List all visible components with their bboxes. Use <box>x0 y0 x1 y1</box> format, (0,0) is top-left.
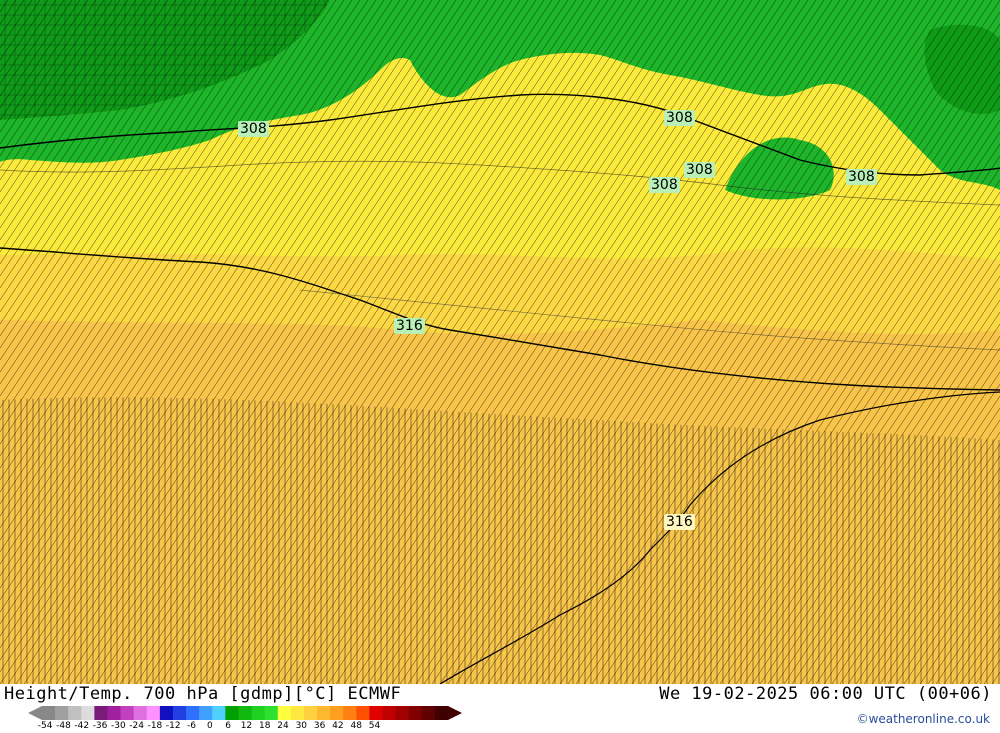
credit-link[interactable]: ©weatheronline.co.uk <box>857 712 990 726</box>
scale-tick-label: 6 <box>225 721 231 731</box>
vertical-texture <box>0 397 1000 684</box>
map-canvas <box>0 0 1000 684</box>
scale-tick-label: -24 <box>129 721 144 731</box>
scale-tick-label: -30 <box>110 721 126 731</box>
scale-swatch <box>42 706 56 720</box>
scale-swatch <box>146 706 161 720</box>
scale-tick-label: -54 <box>37 721 53 731</box>
scale-swatch <box>186 706 200 720</box>
scale-swatch <box>225 706 239 720</box>
scale-tick-label: -12 <box>165 721 181 731</box>
forecast-datetime: We 19-02-2025 06:00 UTC (00+06) <box>659 684 992 704</box>
contour-label: 308 <box>846 169 877 185</box>
contour-label: 316 <box>664 514 695 530</box>
scale-swatch <box>120 706 135 720</box>
scale-swatch <box>159 706 174 720</box>
scale-swatch <box>343 706 357 720</box>
scale-tick-label: 36 <box>313 721 326 731</box>
scale-swatch <box>133 706 148 720</box>
scale-arrow-right <box>448 706 462 720</box>
contour-label: 308 <box>649 177 680 193</box>
scale-swatch <box>172 706 187 720</box>
scale-swatch <box>107 706 122 720</box>
scale-tick-label: 54 <box>368 721 381 731</box>
scale-swatch <box>303 706 318 720</box>
footer: Height/Temp. 700 hPa [gdmp][°C] ECMWF We… <box>0 684 1000 733</box>
scale-swatch <box>238 706 253 720</box>
scale-swatch <box>434 706 449 720</box>
scale-swatch <box>408 706 423 720</box>
scale-swatch <box>251 706 266 720</box>
scale-swatch <box>212 706 226 720</box>
weather-map: 308 308 308 308 308 316 316 <box>0 0 1000 684</box>
scale-tick-label: 42 <box>332 721 344 731</box>
contour-label: 316 <box>394 318 425 334</box>
scale-swatch <box>395 706 410 720</box>
scale-tick-label: -6 <box>187 721 197 731</box>
scale-tick-label: 0 <box>206 721 213 731</box>
scale-swatch <box>81 706 95 720</box>
scale-swatch <box>55 706 69 720</box>
scale-swatch <box>290 706 305 720</box>
scale-swatch <box>356 706 370 720</box>
scale-swatch <box>421 706 436 720</box>
scale-tick-label: -36 <box>92 721 108 731</box>
scale-swatch <box>94 706 108 720</box>
scale-swatch <box>277 706 292 720</box>
map-title: Height/Temp. 700 hPa [gdmp][°C] ECMWF <box>4 684 402 704</box>
scale-tick-label: -42 <box>74 721 90 731</box>
scale-tick-label: -48 <box>56 721 71 731</box>
contour-label: 308 <box>684 162 715 178</box>
scale-swatch <box>382 706 397 720</box>
scale-tick-label: 12 <box>240 721 253 731</box>
scale-tick-label: 48 <box>350 721 362 731</box>
contour-label: 308 <box>238 121 269 137</box>
scale-swatch <box>68 706 82 720</box>
scale-swatch <box>317 706 331 720</box>
color-scale <box>28 706 462 720</box>
scale-swatch <box>199 706 213 720</box>
scale-tick-label: -18 <box>147 721 163 731</box>
scale-tick-label: 24 <box>277 721 289 731</box>
scale-arrow-left <box>28 706 42 720</box>
contour-label: 308 <box>664 110 695 126</box>
scale-tick-label: 18 <box>258 721 271 731</box>
scale-swatch <box>369 706 384 720</box>
color-scale-ticks: -54 -48 -42 -36 -30 -24 -18 -12 -6 0 6 12 18 24 30 36 42… <box>36 721 384 731</box>
scale-swatch <box>330 706 344 720</box>
scale-tick-label: 30 <box>295 721 308 731</box>
scale-swatch <box>264 706 279 720</box>
